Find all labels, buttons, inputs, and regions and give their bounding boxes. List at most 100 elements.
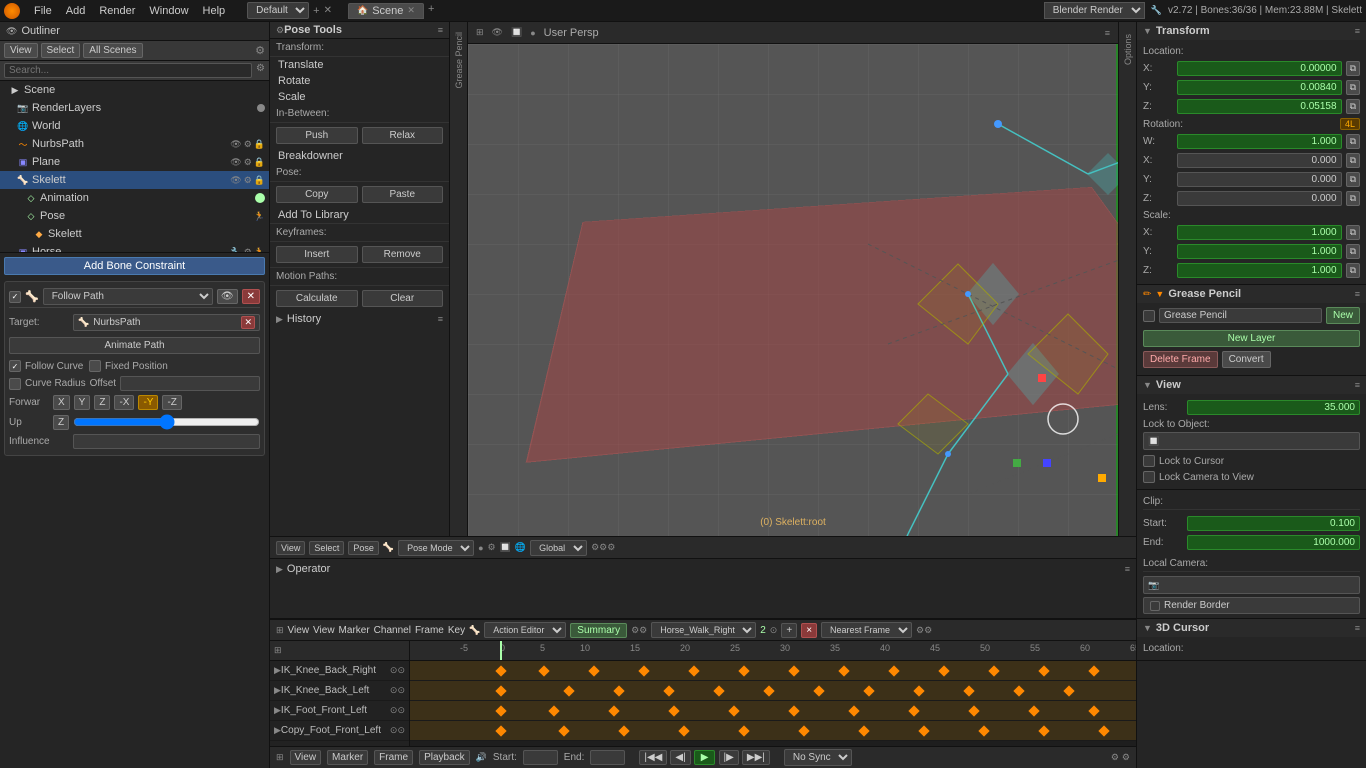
transform-header[interactable]: ▼ Transform ≡ xyxy=(1137,22,1366,40)
viewport-canvas[interactable]: X Y Z (0) Skelett:root xyxy=(468,44,1118,536)
lock-to-object-value[interactable]: 🔲 xyxy=(1143,432,1360,450)
loc-z-copy-btn[interactable]: ⧉ xyxy=(1346,99,1360,114)
track-ik-knee-back-right[interactable]: ▶ IK_Knee_Back_Right ⊙ ⊙ xyxy=(270,661,409,681)
playback-playback-btn[interactable]: Playback xyxy=(419,750,470,765)
rotation-mode-badge[interactable]: 4L xyxy=(1340,118,1360,130)
end-frame-input[interactable]: 60 xyxy=(590,750,625,765)
loc-x-value[interactable]: 0.00000 xyxy=(1177,61,1342,76)
add-bone-constraint-btn[interactable]: Add Bone Constraint xyxy=(4,257,265,275)
clip-start-value[interactable]: 0.100 xyxy=(1187,516,1360,531)
nosync-select[interactable]: No Sync xyxy=(784,749,852,766)
rot-w-copy-btn[interactable]: ⧉ xyxy=(1346,134,1360,149)
menu-render[interactable]: Render xyxy=(93,3,141,19)
tree-item-scene[interactable]: ▶ Scene xyxy=(0,81,269,99)
menu-help[interactable]: Help xyxy=(197,3,232,19)
forward-x-btn[interactable]: X xyxy=(53,395,70,410)
menu-add[interactable]: Add xyxy=(60,3,92,19)
clip-end-value[interactable]: 1000.000 xyxy=(1187,535,1360,550)
forward-y-btn[interactable]: Y xyxy=(74,395,91,410)
scale-y-copy-btn[interactable]: ⧉ xyxy=(1346,244,1360,259)
timeline-add-marker-btn[interactable]: + xyxy=(781,623,797,638)
target-input[interactable]: 🦴 NurbsPath ✕ xyxy=(73,314,260,331)
rot-z-value[interactable]: 0.000 xyxy=(1177,191,1342,206)
view-header[interactable]: ▼ View ≡ xyxy=(1137,376,1366,394)
loc-x-copy-btn[interactable]: ⧉ xyxy=(1346,61,1360,76)
render-border-btn[interactable]: Render Border xyxy=(1143,597,1360,614)
scale-z-value[interactable]: 1.000 xyxy=(1177,263,1342,278)
track-ik-knee-back-left[interactable]: ▶ IK_Knee_Back_Left ⊙ ⊙ xyxy=(270,681,409,701)
breakdowner-tool[interactable]: Breakdowner xyxy=(270,148,449,164)
tree-item-world[interactable]: 🌐 World xyxy=(0,117,269,135)
lens-value[interactable]: 35.000 xyxy=(1187,400,1360,415)
remove-btn[interactable]: Remove xyxy=(362,246,444,263)
rot-y-value[interactable]: 0.000 xyxy=(1177,172,1342,187)
constraint-enable-checkbox[interactable] xyxy=(9,291,21,303)
screen-select[interactable]: Default xyxy=(247,2,309,19)
forward-negz-btn[interactable]: -Z xyxy=(162,395,181,410)
tree-item-skelett2[interactable]: ◆ Skelett xyxy=(0,225,269,243)
playback-frame-btn[interactable]: Frame xyxy=(374,750,413,765)
view-btn[interactable]: View xyxy=(276,541,305,555)
timeline-keyframes[interactable]: -5 0 5 10 15 20 25 30 35 40 45 50 xyxy=(410,641,1136,746)
nearest-frame-select[interactable]: Nearest Frame xyxy=(821,622,912,638)
playback-marker-btn[interactable]: Marker xyxy=(327,750,368,765)
tree-item-skelett[interactable]: 🦴 Skelett 👁 ⚙ 🔒 xyxy=(0,171,269,189)
scale-y-value[interactable]: 1.000 xyxy=(1177,244,1342,259)
track-ik-foot-front-left[interactable]: ▶ IK_Foot_Front_Left ⊙ ⊙ xyxy=(270,701,409,721)
gp-checkbox[interactable] xyxy=(1143,310,1155,322)
tree-item-pose[interactable]: ◇ Pose 🏃 xyxy=(0,207,269,225)
playback-view-btn[interactable]: View xyxy=(290,750,322,765)
grease-pencil-header[interactable]: ✏ ▼ Grease Pencil ≡ xyxy=(1137,285,1366,303)
local-camera-value[interactable]: 📷 xyxy=(1143,576,1360,594)
up-z-btn[interactable]: Z xyxy=(53,415,69,430)
tab-close-icon[interactable]: ✕ xyxy=(407,5,415,16)
insert-btn[interactable]: Insert xyxy=(276,246,358,263)
curve-radius-checkbox[interactable] xyxy=(9,378,21,390)
scale-x-copy-btn[interactable]: ⧉ xyxy=(1346,225,1360,240)
copy-btn[interactable]: Copy xyxy=(276,186,358,203)
constraint-type-select[interactable]: Follow Path xyxy=(43,288,213,305)
target-clear-btn[interactable]: ✕ xyxy=(241,316,255,329)
cursor-3d-header[interactable]: ▼ 3D Cursor ≡ xyxy=(1137,619,1366,637)
tree-item-nurbspath[interactable]: 〜 NurbsPath 👁 ⚙ 🔒 xyxy=(0,135,269,153)
rewind-btn[interactable]: |◀◀ xyxy=(639,750,667,765)
forward-negy-btn[interactable]: -Y xyxy=(138,395,158,410)
forward-z-btn[interactable]: Z xyxy=(94,395,110,410)
tree-item-renderlayers[interactable]: 📷 RenderLayers xyxy=(0,99,269,117)
scale-x-value[interactable]: 1.000 xyxy=(1177,225,1342,240)
action-editor-select[interactable]: Action Editor xyxy=(484,622,566,638)
lock-to-cursor-cb[interactable] xyxy=(1143,455,1155,467)
scene-tab[interactable]: 🏠 Scene ✕ xyxy=(348,3,424,19)
fixed-position-checkbox[interactable] xyxy=(89,360,101,372)
scale-tool[interactable]: Scale xyxy=(270,89,449,105)
up-slider[interactable] xyxy=(73,414,260,430)
pose-mode-select[interactable]: Pose Mode xyxy=(398,540,474,556)
fast-forward-btn[interactable]: ▶▶| xyxy=(742,750,770,765)
timeline-channel-btn[interactable]: Channel xyxy=(374,625,411,636)
relax-btn[interactable]: Relax xyxy=(362,127,444,144)
step-back-btn[interactable]: ◀| xyxy=(670,750,690,765)
timeline-select-btn[interactable]: View xyxy=(313,625,335,636)
forward-negx-btn[interactable]: -X xyxy=(114,395,134,410)
rotate-tool[interactable]: Rotate xyxy=(270,73,449,89)
add-to-library-tool[interactable]: Add To Library xyxy=(270,207,449,223)
paste-btn[interactable]: Paste xyxy=(362,186,444,203)
step-forward-btn[interactable]: |▶ xyxy=(719,750,739,765)
rot-z-copy-btn[interactable]: ⧉ xyxy=(1346,191,1360,206)
influence-input[interactable]: 1.000 xyxy=(73,434,260,449)
global-select[interactable]: Global xyxy=(530,540,587,556)
lock-camera-cb[interactable] xyxy=(1143,471,1155,483)
timeline-frame-btn[interactable]: Frame xyxy=(415,625,444,636)
convert-btn[interactable]: Convert xyxy=(1222,351,1271,368)
offset-input[interactable]: 0.000 xyxy=(120,376,260,391)
follow-curve-checkbox[interactable] xyxy=(9,360,21,372)
timeline-view-btn[interactable]: View xyxy=(288,625,310,636)
translate-tool[interactable]: Translate xyxy=(270,57,449,73)
tab-add-icon[interactable]: + xyxy=(424,3,438,19)
rot-w-value[interactable]: 1.000 xyxy=(1177,134,1342,149)
timeline-marker-btn[interactable]: Marker xyxy=(339,625,370,636)
tree-item-animation[interactable]: ◇ Animation xyxy=(0,189,269,207)
menu-window[interactable]: Window xyxy=(143,3,194,19)
new-layer-btn[interactable]: New Layer xyxy=(1143,330,1360,347)
action-name-select[interactable]: Horse_Walk_Right xyxy=(651,622,756,638)
